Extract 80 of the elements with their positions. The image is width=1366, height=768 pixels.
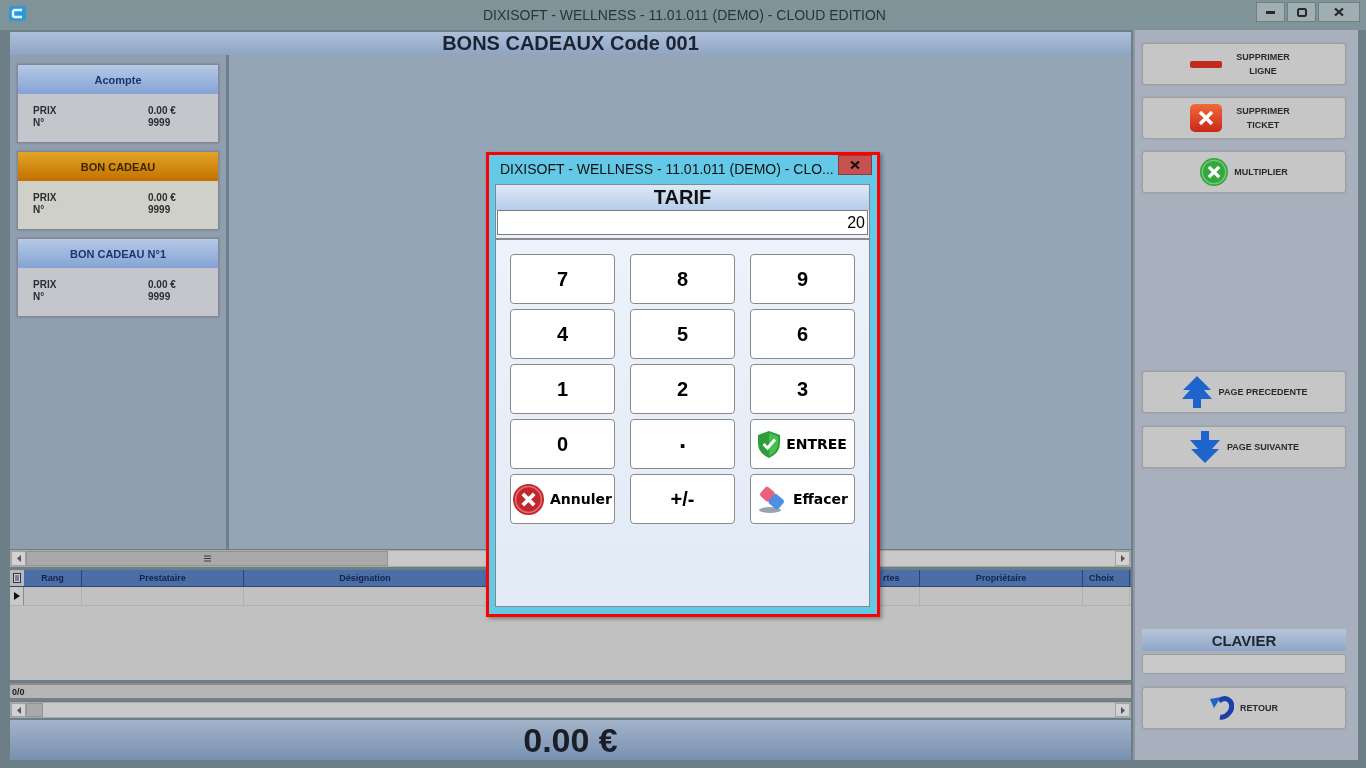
page-title: BONS CADEAUX Code 001 [442, 32, 699, 55]
minimize-icon [1266, 10, 1275, 14]
field-value: 0.00 € [148, 192, 177, 204]
scrollbar-thumb[interactable] [26, 703, 43, 717]
digit-key[interactable]: 7 [510, 254, 615, 304]
digit-key[interactable]: 9 [750, 254, 855, 304]
field-label: PRIX [33, 192, 58, 204]
square-icon [1296, 7, 1307, 17]
grip-icon [203, 555, 211, 562]
cancel-button[interactable]: Annuler [510, 474, 615, 524]
field-value: 0.00 € [148, 279, 177, 291]
page-counter: 0/0 [12, 686, 25, 697]
previous-page-button[interactable]: PAGE PRECEDENTE [1142, 371, 1346, 413]
item-card[interactable]: BON CADEAU PRIX 0.00 € N° 9999 [17, 151, 219, 230]
right-arrow-icon [1120, 555, 1125, 562]
next-page-button[interactable]: PAGE SUIVANTE [1142, 426, 1346, 468]
digit-key[interactable]: 1 [510, 364, 615, 414]
close-button[interactable] [1318, 2, 1360, 22]
right-arrow-icon [1120, 706, 1125, 714]
field-label: PRIX [33, 279, 58, 291]
digit-key[interactable]: 6 [750, 309, 855, 359]
row-pointer-icon [13, 592, 20, 600]
decimal-key[interactable]: . [630, 419, 735, 469]
down-arrow-icon [1188, 431, 1221, 463]
scrollbar[interactable] [10, 702, 1131, 718]
field-value: 9999 [148, 204, 172, 216]
field-label: N° [33, 117, 46, 129]
maximize-button[interactable] [1287, 2, 1316, 22]
digit-key[interactable]: 3 [750, 364, 855, 414]
scroll-right-button[interactable] [1115, 703, 1130, 717]
field-value: 9999 [148, 117, 172, 129]
digit-key[interactable]: 0 [510, 419, 615, 469]
dialog-heading: TARIF [496, 185, 869, 210]
input-field[interactable]: 20 [497, 210, 868, 235]
field-value: 0.00 € [148, 105, 177, 117]
item-card[interactable]: Acompte PRIX 0.00 € N° 9999 [17, 64, 219, 143]
item-card[interactable]: BON CADEAU N°1 PRIX 0.00 € N° 9999 [17, 238, 219, 317]
remove-line-button[interactable]: SUPPRIMER LIGNE [1142, 43, 1346, 85]
digit-key[interactable]: 2 [630, 364, 735, 414]
multiply-button[interactable]: MULTIPLIER [1142, 151, 1346, 193]
sign-key[interactable]: +/- [630, 474, 735, 524]
back-button[interactable]: RETOUR [1142, 687, 1346, 729]
close-button[interactable] [838, 155, 872, 175]
card-header: BON CADEAU N°1 [18, 239, 218, 268]
card-header: BON CADEAU [18, 152, 218, 181]
x-square-icon [1190, 104, 1222, 132]
card-header: Acompte [18, 65, 218, 94]
field-value: 9999 [148, 291, 172, 303]
left-arrow-icon [16, 555, 21, 562]
return-arrow-icon [1210, 695, 1235, 721]
dialog-title: DIXISOFT - WELLNESS - 11.01.011 (DEMO) - CLO... [500, 161, 834, 177]
remove-ticket-button[interactable]: SUPPRIMER TICKET [1142, 97, 1346, 139]
x-circle-icon [1200, 158, 1229, 186]
app-icon [9, 5, 26, 21]
scrollbar-thumb[interactable] [26, 551, 388, 566]
field-label: N° [33, 204, 46, 216]
minus-bar-icon [1190, 60, 1222, 68]
digit-key[interactable]: 8 [630, 254, 735, 304]
scroll-left-button[interactable] [11, 551, 26, 566]
clear-button[interactable]: Effacer [750, 474, 855, 524]
window-title: DIXISOFT - WELLNESS - 11.01.011 (DEMO) - CLOUD EDITION [483, 7, 886, 23]
close-icon [850, 161, 860, 169]
eraser-icon [756, 484, 787, 514]
left-arrow-icon [16, 706, 21, 714]
digit-key[interactable]: 4 [510, 309, 615, 359]
enter-button[interactable]: ENTREE [750, 419, 855, 469]
up-arrow-icon [1180, 376, 1213, 408]
grid-corner-icon [13, 573, 21, 583]
close-icon [1334, 8, 1344, 16]
total-amount: 0.00 € [523, 720, 618, 760]
scroll-left-button[interactable] [11, 703, 26, 717]
shield-check-icon [758, 430, 781, 458]
input-field[interactable] [1142, 654, 1346, 674]
scroll-right-button[interactable] [1115, 551, 1130, 566]
minimize-button[interactable] [1256, 2, 1285, 22]
section-header: CLAVIER [1142, 629, 1346, 651]
x-circle-icon [513, 483, 545, 515]
field-label: PRIX [33, 105, 58, 117]
field-label: N° [33, 291, 46, 303]
digit-key[interactable]: 5 [630, 309, 735, 359]
